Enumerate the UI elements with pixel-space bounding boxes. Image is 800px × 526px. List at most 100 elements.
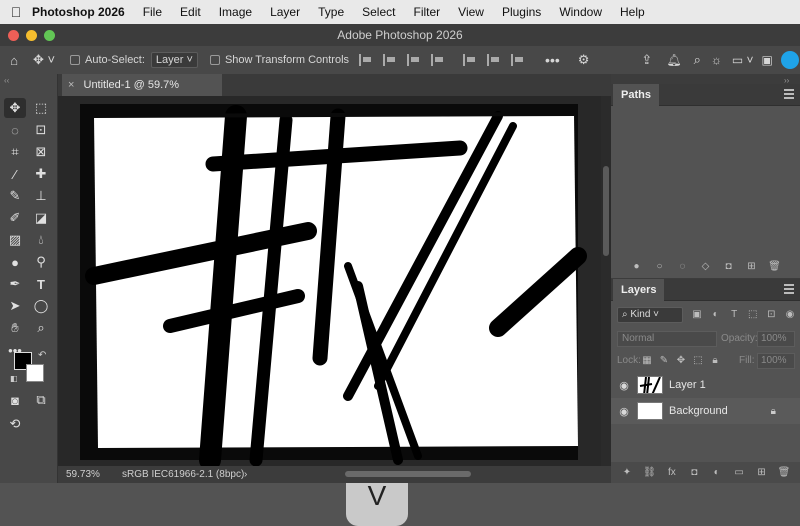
vertical-scrollbar[interactable] [601, 96, 611, 466]
lock-artboard-icon[interactable]: ⬚ [692, 354, 704, 366]
menu-edit[interactable]: Edit [180, 5, 201, 19]
align-left-icon[interactable] [359, 54, 372, 66]
layer-row[interactable]: ◉ Background 🔒︎ [611, 398, 800, 424]
lock-transparent-icon[interactable]: ▦ [641, 354, 653, 366]
path-select-tool-icon[interactable]: ➤ [4, 296, 26, 316]
lasso-tool-icon[interactable]: ◌ [4, 120, 26, 140]
add-mask-icon[interactable]: ◘ [723, 260, 735, 272]
load-selection-icon[interactable]: ◌ [677, 260, 689, 272]
default-colors-icon[interactable]: ◧ [10, 374, 18, 383]
vertical-scroll-thumb[interactable] [603, 166, 609, 256]
align-top-icon[interactable] [463, 54, 476, 66]
generative-fill-icon[interactable]: ✦ [621, 467, 633, 479]
pen-tool-icon[interactable]: ✒ [4, 274, 26, 294]
gear-icon[interactable]: ⚙ [578, 52, 590, 68]
minimize-window-button[interactable] [26, 30, 37, 41]
new-layer-icon[interactable]: ⊞ [756, 467, 768, 479]
discover-icon[interactable]: ▣ [762, 53, 773, 67]
menu-image[interactable]: Image [219, 5, 252, 19]
lock-all-icon[interactable]: 🔒︎ [709, 354, 721, 366]
delete-path-icon[interactable]: 🗑︎ [768, 260, 781, 272]
object-select-tool-icon[interactable]: ⊡ [30, 120, 52, 140]
align-right-icon[interactable] [407, 54, 420, 66]
menu-filter[interactable]: Filter [413, 5, 440, 19]
gradient-tool-icon[interactable]: ▨ [4, 230, 26, 250]
history-brush-tool-icon[interactable]: ✐ [4, 208, 26, 228]
crop-tool-icon[interactable]: ⌗ [4, 142, 26, 162]
canvas-area[interactable]: V [58, 96, 601, 526]
paths-panel-tab[interactable]: Paths [613, 84, 659, 106]
bell-icon[interactable]: 🔔︎ [666, 53, 681, 67]
layer-style-icon[interactable]: fx [666, 467, 678, 479]
account-avatar[interactable] [780, 51, 799, 69]
make-work-path-icon[interactable]: ◇ [700, 260, 712, 272]
eye-icon[interactable]: ◉ [611, 379, 637, 392]
lock-pixels-icon[interactable]: ✎ [658, 354, 670, 366]
opacity-field[interactable]: 100% [757, 331, 795, 347]
close-window-button[interactable] [8, 30, 19, 41]
horizontal-scroll-thumb[interactable] [345, 471, 471, 477]
background-color-swatch[interactable] [26, 364, 44, 382]
lock-position-icon[interactable]: ✥ [675, 354, 687, 366]
swap-colors-icon[interactable]: ↶ [38, 350, 46, 361]
document-tab[interactable]: × Untitled-1 @ 59.7% (RGB/8) * [62, 74, 222, 113]
stroke-path-icon[interactable]: ○ [654, 260, 666, 272]
filter-type-icon[interactable]: T [728, 308, 740, 320]
show-transform-checkbox[interactable] [209, 55, 220, 65]
frame-tool-icon[interactable]: ⊠ [30, 142, 52, 162]
menu-app-name[interactable]: Photoshop 2026 [32, 5, 125, 19]
hand-tool-icon[interactable]: ✋︎ [4, 318, 26, 338]
home-icon[interactable]: ⌂ [0, 53, 28, 68]
menu-file[interactable]: File [143, 5, 162, 19]
layer-name[interactable]: Background [669, 405, 728, 417]
quick-mask-icon[interactable]: ◙ [4, 390, 26, 410]
new-group-icon[interactable]: ▭ [733, 467, 745, 479]
artboard-tool-icon[interactable]: ⬚ [30, 98, 52, 118]
generative-icon[interactable]: ⟲ [4, 414, 26, 434]
more-options-icon[interactable]: ••• [545, 52, 560, 68]
brush-tool-icon[interactable]: ✎ [4, 186, 26, 206]
clone-stamp-tool-icon[interactable]: ⊥ [30, 186, 52, 206]
apple-icon[interactable]:  [0, 4, 32, 20]
layers-panel-menu-icon[interactable] [784, 284, 794, 294]
layer-row[interactable]: ◉ Layer 1 [611, 372, 800, 398]
fill-field[interactable]: 100% [757, 353, 795, 369]
align-bottom-icon[interactable] [511, 54, 524, 66]
type-tool-icon[interactable]: T [30, 274, 52, 294]
zoom-level[interactable]: 59.73% [66, 466, 100, 483]
menu-view[interactable]: View [458, 5, 484, 19]
delete-layer-icon[interactable]: 🗑︎ [778, 467, 791, 479]
move-tool-preset-icon[interactable]: ✥ ˅ [28, 52, 60, 68]
close-document-icon[interactable]: × [68, 79, 74, 91]
zoom-window-button[interactable] [44, 30, 55, 41]
filter-shape-icon[interactable]: ⬚ [747, 308, 759, 320]
menu-type[interactable]: Type [318, 5, 344, 19]
add-mask-icon[interactable]: ◘ [688, 467, 700, 479]
align-middle-icon[interactable] [487, 54, 500, 66]
dodge-tool-icon[interactable]: ● [4, 252, 26, 272]
share-icon[interactable]: ⇪ [641, 52, 652, 68]
status-arrow[interactable]: › [244, 466, 247, 483]
filter-smart-object-icon[interactable]: ⊡ [765, 308, 777, 320]
filter-pixel-icon[interactable]: ▣ [691, 308, 703, 320]
layers-panel-tab[interactable]: Layers [613, 279, 665, 301]
ellipse-tool-icon[interactable]: ◯ [30, 296, 52, 316]
menu-select[interactable]: Select [362, 5, 395, 19]
layer-filter-dropdown[interactable]: ⌕ Kind ˅ [617, 307, 683, 323]
auto-select-dropdown[interactable]: Layer ˅ [150, 52, 198, 68]
paths-panel-menu-icon[interactable] [784, 89, 794, 99]
auto-select-checkbox[interactable] [70, 55, 80, 65]
blend-mode-dropdown[interactable]: Normal [617, 331, 717, 347]
search-icon[interactable]: ⌕ [694, 52, 701, 68]
filter-toggle-icon[interactable]: ◉ [784, 308, 796, 320]
layer-name[interactable]: Layer 1 [669, 379, 706, 391]
fill-path-icon[interactable]: ● [631, 260, 643, 272]
zoom-tool-icon[interactable]: ⌕ [30, 318, 52, 338]
menu-window[interactable]: Window [559, 5, 602, 19]
link-layers-icon[interactable]: ⛓ [643, 467, 656, 479]
collapse-toolbar-icon[interactable]: ‹‹ [4, 76, 9, 85]
healing-brush-tool-icon[interactable]: ✚ [30, 164, 52, 184]
screen-mode-icon[interactable]: ⧉ [30, 390, 52, 410]
new-path-icon[interactable]: ⊞ [746, 260, 758, 272]
eye-icon[interactable]: ◉ [611, 405, 637, 418]
